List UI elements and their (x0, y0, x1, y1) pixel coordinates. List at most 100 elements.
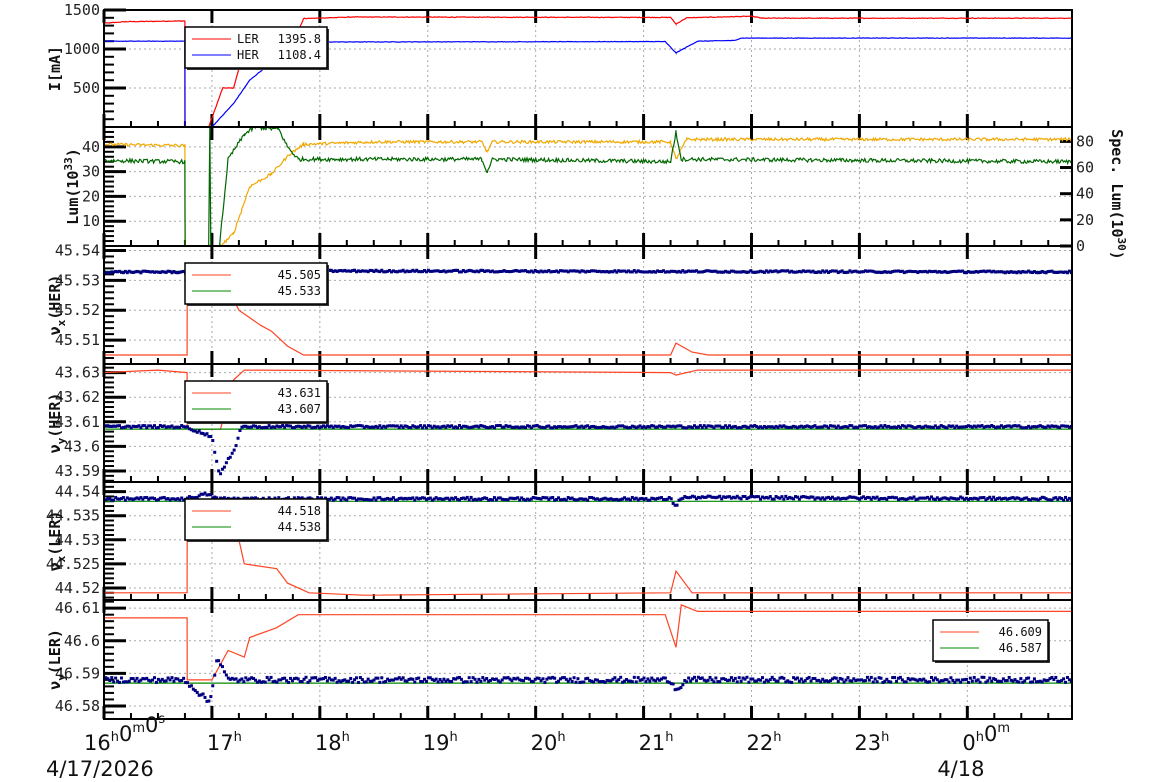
data-point-tune-blue (232, 448, 236, 452)
data-point-tune-blue (795, 676, 799, 680)
data-point-tune-blue (782, 497, 786, 501)
data-point-tune-blue (1017, 680, 1021, 684)
data-point-tune-blue (230, 451, 234, 455)
data-point-tune-blue (669, 497, 673, 501)
data-point-tune-blue (1062, 677, 1066, 681)
chart-svg: 500 1000 1500 I[mA] LER 1395.8 HER 1108.4 10 20 30… (46, 1, 1128, 781)
data-point-tune-blue (964, 677, 968, 681)
data-point-tune-blue (1019, 677, 1023, 681)
data-point-tune-blue (413, 680, 417, 684)
data-point-tune-blue (613, 676, 617, 680)
data-point-tune-blue (895, 679, 899, 683)
data-point-tune-blue (195, 690, 199, 694)
data-point-tune-blue (219, 472, 223, 476)
tune-monitor-chart: 500 1000 1500 I[mA] LER 1395.8 HER 1108.4 10 20 30… (0, 0, 1154, 782)
series-group (104, 127, 1072, 246)
data-point-tune-blue (222, 670, 226, 674)
data-point-tune-blue (269, 675, 273, 679)
data-point-tune-blue (867, 678, 871, 682)
data-point-tune-blue (182, 676, 186, 680)
data-point-tune-blue (760, 676, 764, 680)
data-point-tune-blue (236, 436, 240, 440)
series-line-Lum-orange (104, 136, 1072, 246)
data-point-tune-blue (450, 680, 454, 684)
y-tick-label: 43.63 (55, 364, 100, 382)
data-point-tune-blue (1064, 495, 1068, 499)
right-axis-label: Spec. Lum(1030) (1108, 129, 1128, 260)
data-point-tune-blue (949, 676, 953, 680)
y-tick-label: 40 (82, 138, 100, 156)
data-point-tune-blue (205, 432, 209, 436)
data-point-tune-blue (782, 676, 786, 680)
data-point-tune-blue (671, 682, 675, 686)
data-point-tune-blue (846, 676, 850, 680)
data-point-tune-blue (799, 677, 803, 681)
data-point-tune-blue (238, 429, 242, 433)
data-point-tune-blue (153, 676, 157, 680)
data-point-tune-blue (889, 680, 893, 684)
data-point-tune-blue (904, 680, 908, 684)
series-line-tune-red (104, 604, 1072, 681)
data-point-tune-blue (485, 677, 489, 681)
data-point-tune-blue (970, 679, 974, 683)
data-point-tune-blue (189, 684, 193, 688)
data-point-tune-blue (325, 679, 329, 683)
y-tick-label: 45.54 (55, 241, 100, 259)
data-point-tune-blue (217, 659, 221, 663)
data-point-tune-blue (869, 675, 873, 679)
data-point-tune-blue (1032, 677, 1036, 681)
data-point-tune-blue (220, 665, 224, 669)
data-point-tune-blue (912, 495, 916, 499)
y-axis-label: I[mA] (46, 46, 64, 91)
x-tick-label: 21h (639, 730, 674, 755)
data-point-tune-blue (211, 684, 215, 688)
legend-value: 43.607 (278, 402, 321, 416)
data-point-tune-blue (1054, 675, 1058, 679)
legend-value: 46.609 (999, 625, 1042, 639)
data-point-tune-blue (986, 679, 990, 683)
data-point-tune-blue (112, 498, 116, 502)
data-point-tune-blue (553, 676, 557, 680)
data-point-tune-blue (376, 676, 380, 680)
data-point-tune-blue (978, 680, 982, 684)
panel-4: 43.5943.643.6143.6243.63νy(HER) 43.63143.… (46, 363, 1073, 483)
y-tick-label: 1000 (64, 40, 100, 58)
data-point-tune-blue (459, 677, 463, 681)
legend: 46.609 46.587 (932, 619, 1050, 663)
data-point-tune-blue (570, 680, 574, 684)
data-point-tune-blue (1064, 680, 1068, 684)
data-point-tune-blue (263, 680, 267, 684)
data-point-tune-blue (712, 680, 716, 684)
data-point-tune-blue (349, 676, 353, 680)
data-point-tune-blue (836, 679, 840, 683)
data-point-tune-blue (551, 496, 555, 500)
data-point-tune-blue (401, 676, 405, 680)
data-point-tune-blue (467, 676, 471, 680)
data-point-tune-blue (465, 680, 469, 684)
data-point-tune-blue (582, 680, 586, 684)
data-point-tune-blue (947, 680, 951, 684)
data-point-tune-blue (411, 677, 415, 681)
data-point-tune-blue (929, 676, 933, 680)
data-point-tune-blue (121, 496, 125, 500)
data-point-tune-blue (296, 677, 300, 681)
data-point-tune-blue (217, 469, 221, 473)
data-point-tune-blue (747, 680, 751, 684)
data-point-tune-blue (759, 678, 763, 682)
data-point-tune-blue (228, 455, 232, 459)
data-point-tune-blue (873, 677, 877, 681)
data-point-tune-blue (972, 675, 976, 679)
data-point-tune-blue (687, 676, 691, 680)
y-tick-label: 46.61 (55, 599, 100, 617)
right-tick-label: 60 (1076, 159, 1094, 177)
data-point-tune-blue (572, 676, 576, 680)
data-point-tune-blue (630, 680, 634, 684)
data-point-tune-blue (685, 680, 689, 684)
data-point-tune-blue (108, 679, 112, 683)
data-point-tune-blue (718, 680, 722, 684)
data-point-tune-blue (968, 676, 972, 680)
x-tick-label: 18h (315, 730, 350, 755)
data-point-tune-blue (564, 498, 568, 502)
x-tick-label: 22h (746, 730, 781, 755)
data-point-tune-blue (1062, 498, 1066, 502)
